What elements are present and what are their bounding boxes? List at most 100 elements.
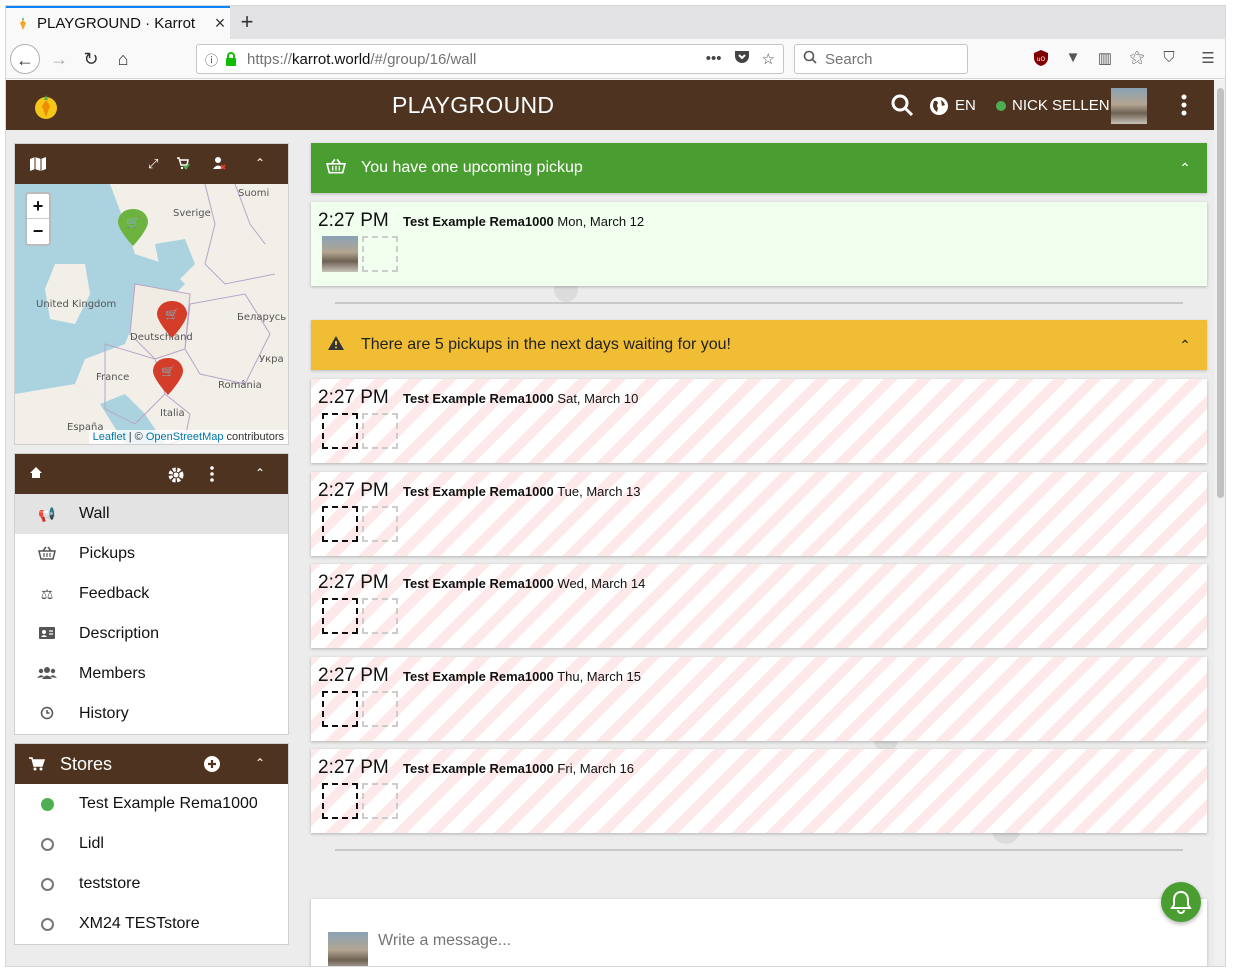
show-users-toggle-icon[interactable] xyxy=(212,156,226,173)
chevron-up-icon[interactable]: ⌃ xyxy=(1163,337,1207,354)
library-icon[interactable]: ⚝ xyxy=(1127,49,1147,69)
menu-hamburger-icon[interactable]: ☰ xyxy=(1198,49,1218,69)
pickup-card[interactable]: 2:27 PM Test Example Rema1000 Thu, March… xyxy=(311,657,1207,741)
browser-tab[interactable]: PLAYGROUND · Karrot × xyxy=(6,6,230,39)
collapse-nav-icon[interactable]: ⌃ xyxy=(255,466,265,480)
attribution-separator: | © xyxy=(125,431,146,443)
join-slot[interactable] xyxy=(322,506,358,542)
osm-link[interactable]: OpenStreetMap xyxy=(146,431,224,443)
page-actions-icon[interactable]: ••• xyxy=(706,50,722,69)
join-slot[interactable] xyxy=(322,783,358,819)
pickup-store[interactable]: Test Example Rema1000 xyxy=(403,484,554,499)
warning-icon xyxy=(311,335,361,356)
pickup-store[interactable]: Test Example Rema1000 xyxy=(403,761,554,776)
home-icon[interactable] xyxy=(29,466,43,483)
add-store-icon[interactable] xyxy=(204,756,220,776)
pickup-card[interactable]: 2:27 PM Test Example Rema1000 Sat, March… xyxy=(311,379,1207,463)
pickup-time: 2:27 PM xyxy=(318,387,389,408)
zoom-out-button[interactable]: − xyxy=(27,219,49,244)
app-header: PLAYGROUND EN NICK SELLEN xyxy=(6,80,1214,130)
join-slot[interactable] xyxy=(322,691,358,727)
extension-v-icon[interactable]: ▼ xyxy=(1063,49,1083,69)
message-input[interactable] xyxy=(378,932,1078,950)
forward-icon[interactable]: → xyxy=(44,44,74,74)
extension-shield-icon[interactable]: ⛉ xyxy=(1159,49,1179,69)
basket-icon xyxy=(311,158,361,179)
empty-slot[interactable] xyxy=(362,598,398,634)
empty-slot[interactable] xyxy=(362,413,398,449)
more-vertical-icon[interactable] xyxy=(1176,92,1192,118)
sidebar-item-wall[interactable]: 📢 Wall xyxy=(15,494,288,534)
sidebar-item-pickups[interactable]: Pickups xyxy=(15,534,288,574)
pickup-time: 2:27 PM xyxy=(318,572,389,593)
store-item-teststore[interactable]: teststore xyxy=(15,864,288,904)
leaflet-link[interactable]: Leaflet xyxy=(93,431,126,443)
karrot-logo-icon[interactable] xyxy=(34,92,58,120)
sidebar-item-history[interactable]: History xyxy=(15,694,288,734)
map-label-0: Suomi xyxy=(238,188,269,199)
zoom-in-button[interactable]: + xyxy=(27,194,49,219)
pickup-card[interactable]: 2:27 PM Test Example Rema1000 Mon, March… xyxy=(311,202,1207,286)
collector-avatar[interactable] xyxy=(322,236,358,272)
store-label: Lidl xyxy=(79,835,104,852)
pickup-store[interactable]: Test Example Rema1000 xyxy=(403,214,554,229)
pickup-store-date: Test Example Rema1000 Thu, March 15 xyxy=(403,669,641,684)
map[interactable]: Suomi Sverige United Kingdom Беларусь De… xyxy=(15,184,288,444)
pickup-card[interactable]: 2:27 PM Test Example Rema1000 Fri, March… xyxy=(311,749,1207,833)
pickup-date: Tue, March 13 xyxy=(557,484,641,499)
pickup-card[interactable]: 2:27 PM Test Example Rema1000 Tue, March… xyxy=(311,472,1207,556)
info-icon[interactable]: ⓘ xyxy=(205,50,221,69)
pickup-time: 2:27 PM xyxy=(318,757,389,778)
group-title[interactable]: PLAYGROUND xyxy=(392,92,554,119)
pickup-card[interactable]: 2:27 PM Test Example Rema1000 Wed, March… xyxy=(311,564,1207,648)
ublock-icon[interactable]: uO xyxy=(1031,49,1051,69)
empty-slot[interactable] xyxy=(362,236,398,272)
empty-slot[interactable] xyxy=(362,783,398,819)
store-item-rema1000[interactable]: Test Example Rema1000 xyxy=(15,784,288,824)
pickup-store[interactable]: Test Example Rema1000 xyxy=(403,576,554,591)
sidebar-item-feedback[interactable]: ⚖ Feedback xyxy=(15,574,288,614)
scrollbar-thumb[interactable] xyxy=(1217,88,1224,498)
reader-view-icon[interactable]: ▥ xyxy=(1095,49,1115,69)
more-vertical-icon[interactable] xyxy=(209,466,215,486)
home-icon[interactable]: ⌂ xyxy=(108,44,138,74)
user-name[interactable]: NICK SELLEN xyxy=(1012,97,1110,114)
empty-slot[interactable] xyxy=(362,506,398,542)
sidebar-item-description[interactable]: Description xyxy=(15,614,288,654)
empty-slot[interactable] xyxy=(362,691,398,727)
pocket-icon[interactable] xyxy=(734,50,750,69)
page-scrollbar[interactable] xyxy=(1214,80,1225,966)
pickup-store-date: Test Example Rema1000 Sat, March 10 xyxy=(403,391,638,406)
store-label: teststore xyxy=(79,875,141,892)
notifications-bell-button[interactable] xyxy=(1161,882,1201,922)
search-icon[interactable] xyxy=(890,93,914,117)
pickup-store[interactable]: Test Example Rema1000 xyxy=(403,669,554,684)
reload-icon[interactable]: ↻ xyxy=(76,44,106,74)
user-avatar[interactable] xyxy=(1111,88,1147,124)
sidebar-item-members[interactable]: Members xyxy=(15,654,288,694)
collapse-stores-icon[interactable]: ⌃ xyxy=(255,756,265,770)
store-item-lidl[interactable]: Lidl xyxy=(15,824,288,864)
join-slot[interactable] xyxy=(322,413,358,449)
upcoming-pickup-banner[interactable]: You have one upcoming pickup ⌃ xyxy=(311,143,1207,193)
pickup-date: Thu, March 15 xyxy=(557,669,642,684)
tab-close-icon[interactable]: × xyxy=(210,13,230,34)
chevron-up-icon[interactable]: ⌃ xyxy=(1163,160,1207,177)
join-slot[interactable] xyxy=(322,598,358,634)
expand-icon[interactable]: ⤢ xyxy=(148,156,158,172)
bookmark-star-icon[interactable]: ☆ xyxy=(762,50,775,69)
store-status-indicator xyxy=(15,877,79,891)
svg-text:🛒: 🛒 xyxy=(126,216,140,229)
search-bar[interactable]: Search xyxy=(794,44,968,74)
url-bar[interactable]: ⓘ https:// karrot.world /#/group/16/wall… xyxy=(196,44,784,74)
globe-icon[interactable] xyxy=(929,96,949,116)
collapse-map-icon[interactable]: ⌃ xyxy=(255,156,265,170)
back-icon[interactable]: ← xyxy=(10,44,40,74)
waiting-pickups-banner[interactable]: There are 5 pickups in the next days wai… xyxy=(311,320,1207,370)
settings-gear-icon[interactable] xyxy=(167,466,185,488)
new-tab-icon[interactable]: + xyxy=(234,9,260,35)
show-stores-toggle-icon[interactable] xyxy=(176,156,190,173)
store-item-xm24[interactable]: XM24 TESTstore xyxy=(15,904,288,944)
pickup-store[interactable]: Test Example Rema1000 xyxy=(403,391,554,406)
language-selector[interactable]: EN xyxy=(955,97,976,114)
